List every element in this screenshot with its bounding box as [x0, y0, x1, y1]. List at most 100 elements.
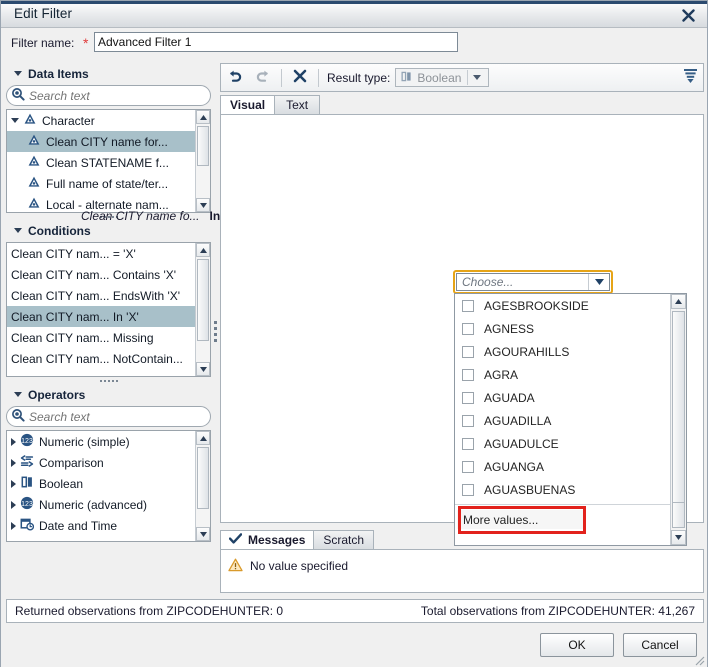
toolbar-separator: [281, 69, 282, 87]
expression-operand[interactable]: Clean CITY name fo...: [81, 209, 200, 223]
data-items-search[interactable]: [6, 85, 211, 106]
scrollbar-thumb[interactable]: [197, 126, 209, 166]
expression-operator[interactable]: In: [210, 209, 221, 223]
tree-item-clean-statename[interactable]: Clean STATENAME f...: [7, 152, 195, 173]
value-option[interactable]: AGESBROOKSIDE: [455, 294, 670, 317]
data-items-section-header[interactable]: Data Items: [6, 63, 211, 84]
conditions-list[interactable]: Clean CITY nam... = 'X' Clean CITY nam..…: [6, 242, 211, 377]
scrollbar-thumb[interactable]: [197, 259, 209, 341]
value-option-list[interactable]: AGESBROOKSIDE AGNESS AGOURAHILLS AGRA AG…: [455, 294, 670, 507]
value-option[interactable]: AGUASBUENAS: [455, 478, 670, 501]
operators-tree[interactable]: 123 Numeric (simple): [6, 430, 211, 542]
svg-text:123: 123: [21, 438, 33, 445]
calendar-clock-icon: [20, 517, 34, 534]
checkbox-icon[interactable]: [462, 323, 474, 335]
tab-scratch[interactable]: Scratch: [313, 530, 374, 550]
tree-item-clean-city-name[interactable]: Clean CITY name for...: [7, 131, 195, 152]
operator-label: Comparison: [39, 456, 104, 470]
operators-search-input[interactable]: [29, 410, 189, 424]
operator-group-date-and-time[interactable]: Date and Time: [7, 515, 195, 536]
operators-section-header[interactable]: Operators: [6, 384, 211, 405]
data-items-scrollbar[interactable]: [195, 110, 210, 212]
tab-visual[interactable]: Visual: [220, 95, 275, 115]
value-combo[interactable]: Choose...: [456, 273, 610, 291]
scrollbar-thumb-lower[interactable]: [672, 502, 685, 528]
redo-button[interactable]: [249, 65, 277, 90]
conditions-section-header[interactable]: Conditions: [6, 220, 211, 241]
scroll-up-arrow[interactable]: [196, 243, 210, 257]
editor-tabs: Visual Text: [220, 94, 704, 115]
filter-name-input[interactable]: [94, 32, 458, 52]
chevron-right-icon[interactable]: [11, 501, 16, 509]
condition-item[interactable]: Clean CITY nam... Missing: [7, 327, 195, 348]
chevron-down-icon: [14, 71, 22, 76]
scroll-down-arrow[interactable]: [671, 530, 686, 545]
undo-button[interactable]: [221, 65, 249, 90]
ok-button[interactable]: OK: [540, 633, 614, 657]
data-items-tree[interactable]: Character Clean CITY name for...: [6, 109, 211, 213]
character-type-icon: [27, 154, 41, 171]
tree-node-character[interactable]: Character: [7, 110, 195, 131]
chevron-down-icon[interactable]: [11, 118, 19, 123]
tree-item-full-name-of-state[interactable]: Full name of state/ter...: [7, 173, 195, 194]
value-popup-scrollbar[interactable]: [670, 294, 686, 545]
chevron-right-icon[interactable]: [11, 522, 16, 530]
condition-item[interactable]: Clean CITY nam... Contains 'X': [7, 264, 195, 285]
operator-group-numeric-advanced[interactable]: 123 Numeric (advanced): [7, 494, 195, 515]
checkbox-icon[interactable]: [462, 461, 474, 473]
checkbox-icon[interactable]: [462, 438, 474, 450]
operator-group-comparison[interactable]: Comparison: [7, 452, 195, 473]
value-option[interactable]: AGNESS: [455, 317, 670, 340]
value-option[interactable]: AGUADULCE: [455, 432, 670, 455]
resize-grip-icon[interactable]: [693, 654, 705, 666]
value-option[interactable]: AGRA: [455, 363, 670, 386]
scroll-up-arrow[interactable]: [196, 431, 210, 445]
chevron-down-icon[interactable]: [473, 75, 481, 80]
scroll-down-arrow[interactable]: [196, 362, 210, 376]
delete-button[interactable]: [286, 65, 314, 90]
close-button[interactable]: [675, 4, 701, 26]
toolbar-options-button[interactable]: [683, 68, 698, 87]
checkbox-icon[interactable]: [462, 346, 474, 358]
scroll-up-arrow[interactable]: [671, 294, 686, 309]
checkmark-icon: [229, 533, 242, 547]
scrollbar-thumb[interactable]: [672, 311, 685, 507]
value-combo-toggle[interactable]: [589, 279, 609, 285]
scroll-up-arrow[interactable]: [196, 110, 210, 124]
checkbox-icon[interactable]: [462, 300, 474, 312]
condition-item[interactable]: Clean CITY nam... = 'X': [7, 243, 195, 264]
condition-item[interactable]: Clean CITY nam... EndsWith 'X': [7, 285, 195, 306]
chevron-right-icon[interactable]: [11, 459, 16, 467]
condition-item-in[interactable]: Clean CITY nam... In 'X': [7, 306, 195, 327]
value-option[interactable]: AGUANGA: [455, 455, 670, 478]
value-option[interactable]: AGOURAHILLS: [455, 340, 670, 363]
scrollbar-thumb[interactable]: [197, 447, 209, 509]
data-items-search-input[interactable]: [29, 89, 189, 103]
checkbox-icon[interactable]: [462, 392, 474, 404]
operators-search[interactable]: [6, 406, 211, 427]
operator-group-boolean[interactable]: Boolean: [7, 473, 195, 494]
value-option-label: AGESBROOKSIDE: [484, 299, 589, 313]
checkbox-icon[interactable]: [462, 369, 474, 381]
checkbox-icon[interactable]: [462, 415, 474, 427]
boolean-icon: [20, 475, 34, 492]
conditions-resize-grip[interactable]: [6, 377, 211, 384]
cancel-button[interactable]: Cancel: [623, 633, 697, 657]
operators-scrollbar[interactable]: [195, 431, 210, 541]
value-option[interactable]: AGUADA: [455, 386, 670, 409]
chevron-right-icon[interactable]: [11, 438, 16, 446]
chevron-right-icon[interactable]: [11, 480, 16, 488]
value-dropdown-popup[interactable]: AGESBROOKSIDE AGNESS AGOURAHILLS AGRA AG…: [454, 293, 687, 546]
value-option[interactable]: AGUADILLA: [455, 409, 670, 432]
scroll-down-arrow[interactable]: [196, 527, 210, 541]
conditions-scrollbar[interactable]: [195, 243, 210, 376]
checkbox-icon[interactable]: [462, 484, 474, 496]
condition-item[interactable]: Clean CITY nam... NotContain...: [7, 348, 195, 369]
tab-messages-label: Messages: [248, 533, 305, 547]
result-type-select[interactable]: Boolean: [395, 68, 489, 87]
panel-splitter[interactable]: [212, 301, 218, 361]
tab-text[interactable]: Text: [274, 95, 320, 115]
tab-messages[interactable]: Messages: [220, 530, 314, 550]
operator-group-numeric-simple[interactable]: 123 Numeric (simple): [7, 431, 195, 452]
more-values-button[interactable]: More values...: [457, 510, 583, 529]
